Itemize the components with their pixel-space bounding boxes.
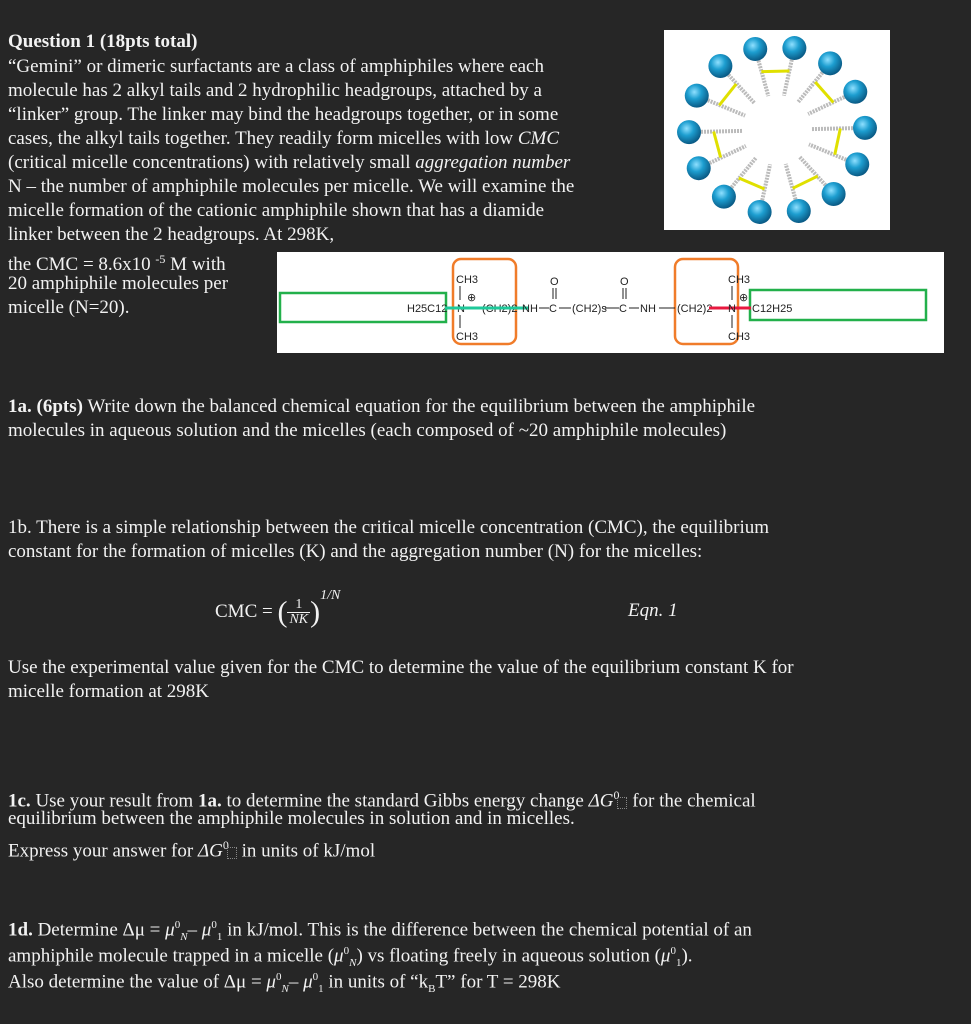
- charge-label: ⊕: [739, 292, 748, 304]
- linker: [833, 128, 842, 156]
- part-1a-line: 1a. (6pts) Write down the balanced chemi…: [8, 396, 756, 417]
- linker-chain: (CH2)s: [572, 303, 607, 315]
- part-1b-line: micelle formation at 298K: [8, 681, 210, 702]
- linker: [712, 131, 723, 158]
- charge-label: ⊕: [467, 292, 476, 304]
- delta-g: ΔG: [588, 790, 614, 812]
- part-1a-line: molecules in aqueous solution and the mi…: [8, 420, 727, 441]
- equation-label: Eqn. 1: [628, 600, 678, 621]
- part-1c-line: Express your answer for ΔG0 in units of …: [8, 838, 376, 862]
- n-line: 20 amphiphile molecules per: [8, 273, 229, 294]
- headgroup: [708, 53, 733, 78]
- methyl-label: CH3: [456, 274, 478, 286]
- methyl-label: CH3: [728, 331, 750, 343]
- equation-1: CMC = (1 NK)1/N: [215, 588, 341, 629]
- intro-line: “linker” group. The linker may bind the …: [8, 104, 559, 125]
- left-tail-label: H25C12: [407, 303, 447, 315]
- headgroup: [821, 182, 846, 207]
- question-title: Question 1 (18pts total): [8, 31, 198, 52]
- headgroup: [852, 115, 877, 140]
- intro-line: N – the number of amphiphile molecules p…: [8, 176, 575, 197]
- delta-g: ΔG: [197, 840, 223, 862]
- methyl-label: CH3: [728, 274, 750, 286]
- headgroup: [782, 36, 807, 61]
- headgroup: [786, 199, 811, 224]
- micelle-figure: [664, 30, 890, 230]
- headgroup: [677, 120, 702, 145]
- amide-label: NH: [640, 303, 656, 315]
- headgroup: [747, 199, 772, 224]
- placeholder-box: [226, 847, 237, 860]
- carbonyl-c: C: [549, 303, 557, 315]
- headgroup: [743, 36, 768, 61]
- spacer-label: (CH2)2: [677, 303, 712, 315]
- intro-line: (critical micelle concentrations) with r…: [8, 152, 571, 173]
- intro-line: “Gemini” or dimeric surfactants are a cl…: [8, 56, 544, 77]
- n-line: micelle (N=20).: [8, 297, 130, 318]
- intro-line: cases, the alkyl tails together. They re…: [8, 128, 560, 149]
- molecule-structure: H25C12 CH3 N ⊕ CH3 (CH2)2 NH C O (CH2)s …: [277, 252, 944, 353]
- carbonyl-o: O: [620, 276, 629, 288]
- placeholder-box: [617, 797, 628, 810]
- headgroup: [818, 51, 843, 76]
- linker: [738, 176, 766, 191]
- part-1d-line: Also determine the value of Δμ = μ0N– μ0…: [8, 971, 561, 996]
- nitrogen-label: N: [728, 303, 736, 315]
- right-tail-label: C12H25: [752, 303, 792, 315]
- linker: [761, 69, 790, 74]
- headgroup: [845, 152, 870, 177]
- part-1a-label: 1a. (6pts): [8, 396, 83, 417]
- linker: [814, 81, 835, 104]
- linker: [792, 174, 819, 190]
- headgroup: [843, 79, 868, 104]
- part-1b-line: Use the experimental value given for the…: [8, 657, 794, 678]
- part-1c-line: equilibrium between the amphiphile molec…: [8, 808, 575, 829]
- headgroup: [711, 184, 736, 209]
- linker: [718, 82, 738, 107]
- part-1b-line: 1b. There is a simple relationship betwe…: [8, 517, 770, 538]
- intro-line: molecule has 2 alkyl tails and 2 hydroph…: [8, 80, 542, 101]
- molecule-svg: H25C12 CH3 N ⊕ CH3 (CH2)2 NH C O (CH2)s …: [278, 257, 928, 346]
- intro-line: linker between the 2 headgroups. At 298K…: [8, 224, 335, 245]
- intro-line: micelle formation of the cationic amphip…: [8, 200, 545, 221]
- amide-label: NH: [522, 303, 538, 315]
- fraction: 1 NK: [287, 597, 311, 628]
- micelle-illustration: [677, 36, 877, 224]
- carbonyl-c: C: [619, 303, 627, 315]
- carbonyl-o: O: [550, 276, 559, 288]
- headgroup: [686, 156, 711, 181]
- part-1b-line: constant for the formation of micelles (…: [8, 541, 703, 562]
- headgroup: [684, 83, 709, 108]
- methyl-label: CH3: [456, 331, 478, 343]
